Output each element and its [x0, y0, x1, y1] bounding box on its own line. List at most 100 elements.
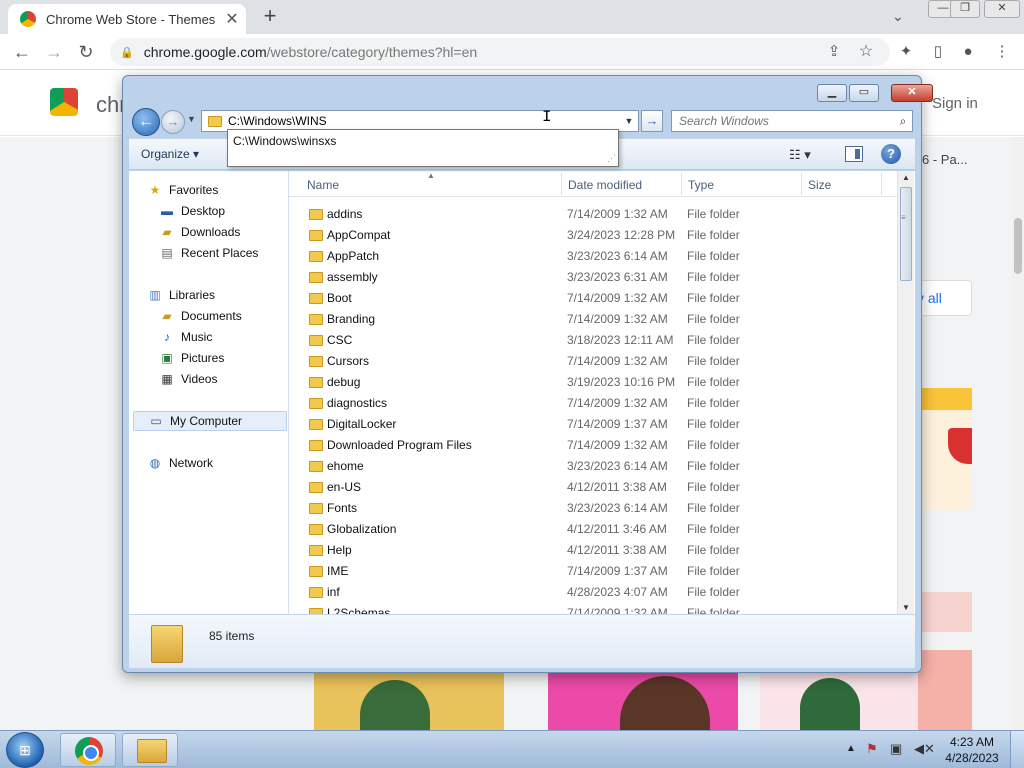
side-panel-icon[interactable]: ▯: [926, 40, 950, 64]
column-name[interactable]: Name: [307, 178, 339, 192]
address-dropdown-icon[interactable]: ▼: [620, 116, 638, 126]
column-type[interactable]: Type: [688, 178, 714, 192]
scrollbar-thumb[interactable]: [900, 187, 912, 281]
store-logo-icon[interactable]: [50, 88, 78, 116]
forward-arrow-icon[interactable]: →: [161, 110, 185, 134]
libraries-icon: ▥: [149, 288, 161, 302]
date-modified: 7/14/2009 1:32 AM: [567, 291, 668, 305]
table-row[interactable]: diagnostics 7/14/2009 1:32 AM File folder: [289, 393, 897, 414]
nav-label: Pictures: [181, 351, 225, 365]
column-divider[interactable]: [681, 173, 682, 195]
explorer-close-button[interactable]: ✕: [891, 84, 933, 102]
table-row[interactable]: Branding 7/14/2009 1:32 AM File folder: [289, 309, 897, 330]
new-tab-button[interactable]: +: [258, 5, 282, 29]
table-row[interactable]: L2Schemas 7/14/2009 1:32 AM File folder: [289, 603, 897, 614]
recent-pages-chevron-icon[interactable]: ▼: [187, 114, 196, 124]
preview-pane-icon[interactable]: [845, 146, 863, 162]
table-row[interactable]: ehome 3/23/2023 6:14 AM File folder: [289, 456, 897, 477]
theme-card-thumbnail[interactable]: [918, 592, 972, 632]
address-input[interactable]: [228, 114, 620, 128]
date-modified: 4/12/2011 3:46 AM: [567, 522, 667, 536]
clock-date[interactable]: 4/28/2023: [944, 751, 1000, 765]
file-type: File folder: [687, 501, 740, 515]
table-row[interactable]: addins 7/14/2009 1:32 AM File folder: [289, 204, 897, 225]
back-arrow-icon[interactable]: ←: [132, 108, 160, 136]
extensions-icon[interactable]: ✦: [894, 40, 918, 64]
table-row[interactable]: assembly 3/23/2023 6:31 AM File folder: [289, 267, 897, 288]
clock-time[interactable]: 4:23 AM: [944, 735, 1000, 749]
table-row[interactable]: Cursors 7/14/2009 1:32 AM File folder: [289, 351, 897, 372]
sign-in-link[interactable]: Sign in: [932, 95, 978, 112]
start-button[interactable]: ⊞: [6, 732, 44, 768]
file-name: Branding: [327, 312, 376, 326]
folder-icon: [309, 272, 323, 283]
tab-search-chevron-icon[interactable]: ⌄: [892, 8, 904, 25]
restore-button[interactable]: ❐: [950, 0, 980, 18]
table-row[interactable]: debug 3/19/2023 10:16 PM File folder: [289, 372, 897, 393]
search-box[interactable]: ⌕: [671, 110, 913, 132]
table-row[interactable]: Help 4/12/2011 3:38 AM File folder: [289, 540, 897, 561]
nav-libraries[interactable]: ▥ Libraries: [147, 285, 301, 305]
bookmark-star-icon[interactable]: ☆: [854, 40, 878, 64]
file-name: Fonts: [327, 501, 358, 515]
file-list-scrollbar[interactable]: ▲ ≡ ▼: [897, 171, 914, 614]
show-hidden-icons-icon[interactable]: ▲: [846, 743, 856, 754]
network-tray-icon[interactable]: ▣: [890, 741, 902, 757]
explorer-minimize-button[interactable]: ▁: [817, 84, 847, 102]
table-row[interactable]: en-US 4/12/2011 3:38 AM File folder: [289, 477, 897, 498]
address-bar[interactable]: 🔒 chrome.google.com/webstore/category/th…: [110, 38, 890, 66]
show-desktop-button[interactable]: [1010, 731, 1024, 768]
nav-network[interactable]: ◍ Network: [147, 453, 301, 473]
column-size[interactable]: Size: [808, 178, 831, 192]
volume-muted-icon[interactable]: ◀✕: [914, 741, 935, 757]
table-row[interactable]: CSC 3/18/2023 12:11 AM File folder: [289, 330, 897, 351]
folder-icon: [309, 209, 323, 220]
scroll-down-icon[interactable]: ▼: [902, 603, 910, 612]
close-window-button[interactable]: ✕: [984, 0, 1020, 18]
organize-button[interactable]: Organize ▾: [141, 147, 199, 161]
forward-icon[interactable]: →: [42, 40, 66, 64]
nav-my-computer[interactable]: ▭ My Computer: [133, 411, 287, 431]
folder-icon: [208, 115, 222, 127]
theme-card-thumbnail[interactable]: [918, 650, 972, 730]
table-row[interactable]: Downloaded Program Files 7/14/2009 1:32 A…: [289, 435, 897, 456]
taskbar-explorer-button[interactable]: [122, 733, 178, 767]
action-center-flag-icon[interactable]: ⚑: [866, 741, 878, 757]
back-icon[interactable]: ←: [10, 40, 34, 64]
chrome-tab-themes[interactable]: Chrome Web Store - Themes ✕: [8, 4, 246, 34]
table-row[interactable]: IME 7/14/2009 1:37 AM File folder: [289, 561, 897, 582]
tab-close-icon[interactable]: ✕: [222, 9, 242, 29]
go-arrow-button[interactable]: →: [641, 110, 663, 132]
table-row[interactable]: Boot 7/14/2009 1:32 AM File folder: [289, 288, 897, 309]
reload-icon[interactable]: ↻: [74, 40, 98, 64]
column-divider[interactable]: [561, 173, 562, 195]
chrome-menu-icon[interactable]: ⋮: [990, 40, 1014, 64]
search-icon[interactable]: ⌕: [894, 114, 912, 129]
autocomplete-item[interactable]: C:\Windows\winsxs: [233, 134, 336, 148]
scroll-up-icon[interactable]: ▲: [902, 173, 910, 182]
page-scrollbar-thumb[interactable]: [1014, 218, 1022, 274]
change-view-icon[interactable]: ☷ ▾: [789, 147, 811, 163]
folder-icon: [309, 587, 323, 598]
table-row[interactable]: Fonts 3/23/2023 6:14 AM File folder: [289, 498, 897, 519]
taskbar-chrome-button[interactable]: [60, 733, 116, 767]
search-input[interactable]: [679, 114, 894, 128]
table-row[interactable]: AppPatch 3/23/2023 6:14 AM File folder: [289, 246, 897, 267]
explorer-maximize-button[interactable]: ▭: [849, 84, 879, 102]
nav-favorites[interactable]: ★ Favorites: [147, 180, 301, 200]
nav-label: My Computer: [170, 414, 243, 428]
help-icon[interactable]: ?: [881, 144, 901, 164]
date-modified: 7/14/2009 1:32 AM: [567, 438, 668, 452]
table-row[interactable]: inf 4/28/2023 4:07 AM File folder: [289, 582, 897, 603]
column-divider[interactable]: [801, 173, 802, 195]
downloads-folder-icon: ▰: [162, 225, 172, 239]
column-date-modified[interactable]: Date modified: [568, 178, 642, 192]
table-row[interactable]: DigitalLocker 7/14/2009 1:37 AM File folde…: [289, 414, 897, 435]
share-icon[interactable]: ⇪: [822, 40, 846, 64]
file-type: File folder: [687, 396, 740, 410]
profile-avatar-icon[interactable]: ●: [956, 40, 980, 64]
column-divider[interactable]: [881, 173, 882, 195]
table-row[interactable]: Globalization 4/12/2011 3:46 AM File folde…: [289, 519, 897, 540]
resize-grip-icon[interactable]: ⋰: [607, 153, 616, 164]
table-row[interactable]: AppCompat 3/24/2023 12:28 PM File folder: [289, 225, 897, 246]
